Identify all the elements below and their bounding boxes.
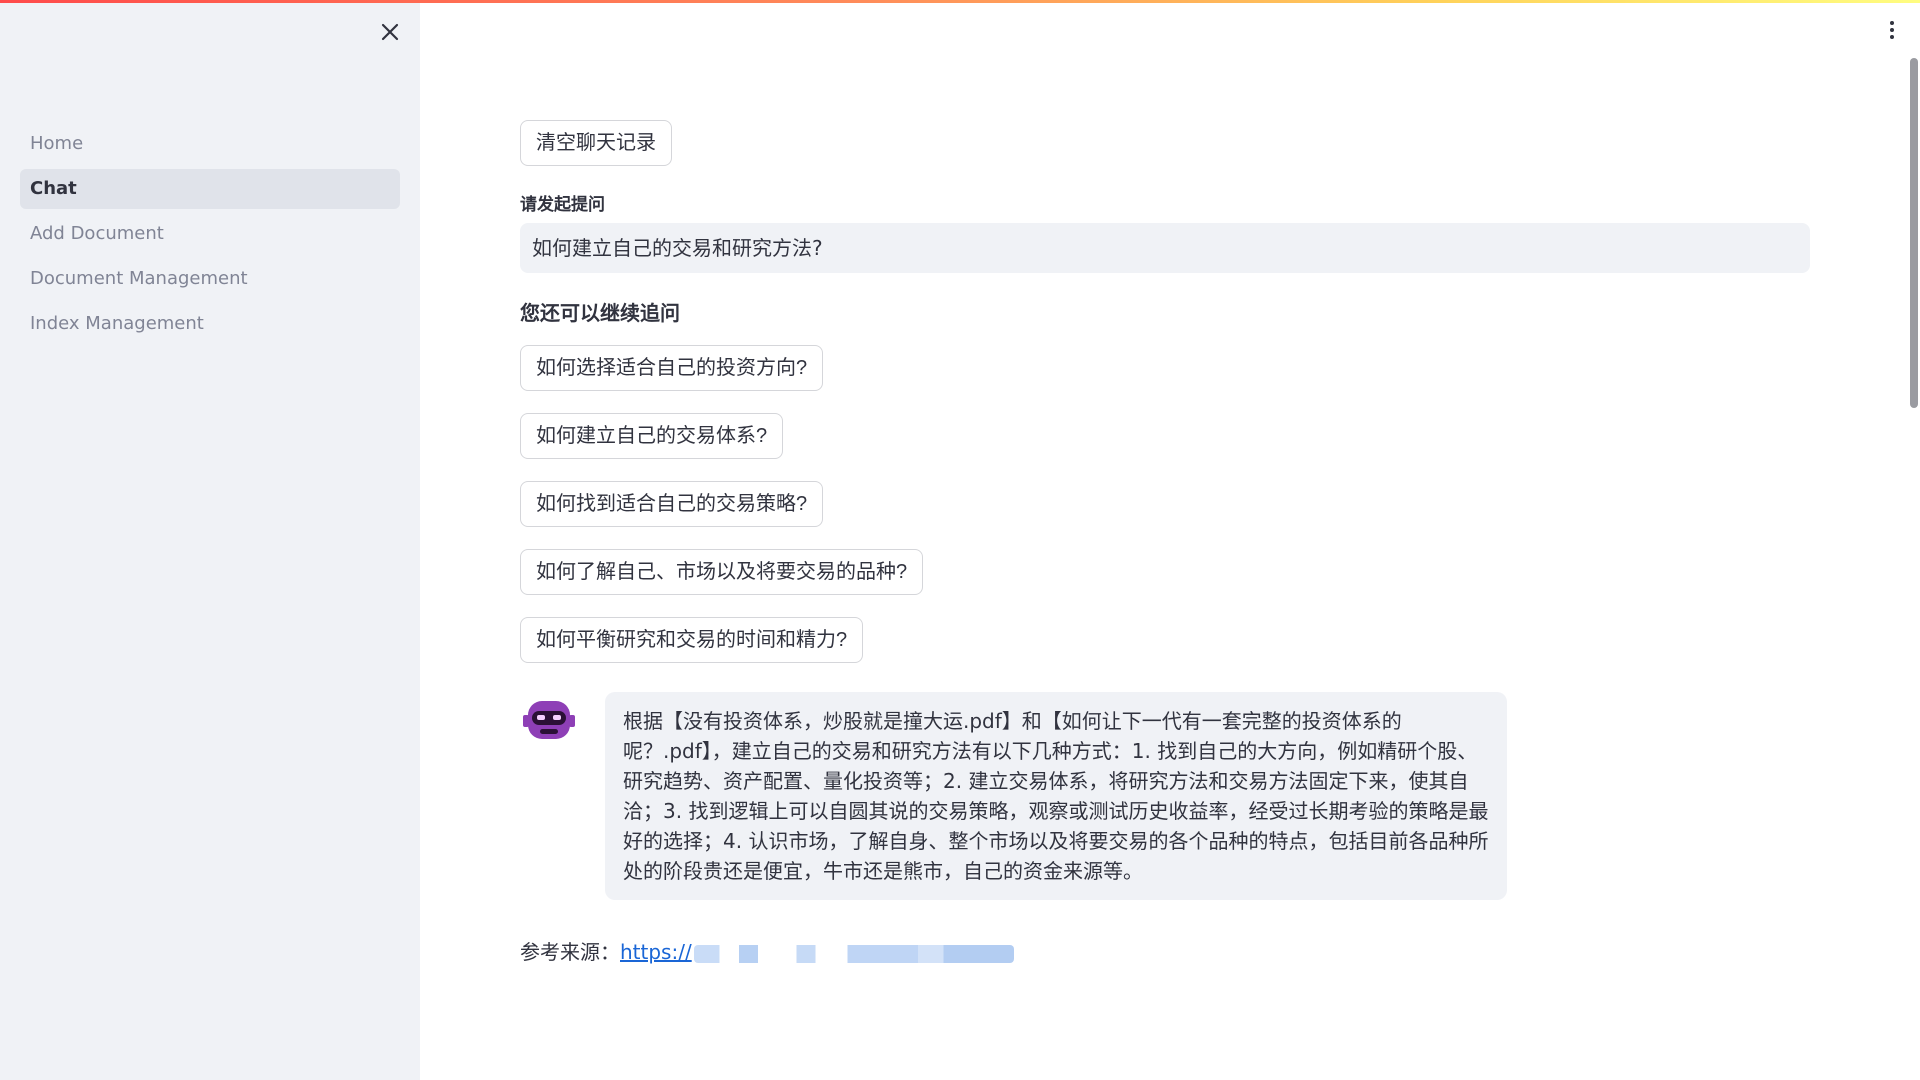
more-vertical-icon-dot <box>1890 28 1894 32</box>
robot-avatar-icon <box>522 697 576 743</box>
more-vertical-icon <box>1890 21 1894 25</box>
sidebar-nav: Home Chat Add Document Document Manageme… <box>20 124 400 349</box>
sidebar-item-index-management[interactable]: Index Management <box>20 304 400 344</box>
scrollbar-thumb[interactable] <box>1910 58 1918 408</box>
main-menu-button[interactable] <box>1884 16 1900 44</box>
main-content: 清空聊天记录 请发起提问 如何建立自己的交易和研究方法? 您还可以继续追问 如何… <box>520 0 1810 1080</box>
reference-label: 参考来源： <box>520 940 620 964</box>
reference-line: 参考来源：https:// <box>520 936 1014 965</box>
scrollbar[interactable] <box>1906 56 1918 1080</box>
assistant-message: 根据【没有投资体系，炒股就是撞大运.pdf】和【如何让下一代有一套完整的投资体系… <box>605 692 1507 900</box>
question-label: 请发起提问 <box>520 195 605 215</box>
clear-chat-button[interactable]: 清空聊天记录 <box>520 120 672 166</box>
followup-button-4[interactable]: 如何了解自己、市场以及将要交易的品种? <box>520 549 924 595</box>
top-decoration-bar <box>0 0 1920 3</box>
reference-link[interactable]: https:// <box>620 940 692 964</box>
sidebar-item-document-management[interactable]: Document Management <box>20 259 400 299</box>
sidebar-item-chat[interactable]: Chat <box>20 169 400 209</box>
sidebar-item-home[interactable]: Home <box>20 124 400 164</box>
sidebar-item-add-document[interactable]: Add Document <box>20 214 400 254</box>
followup-button-2[interactable]: 如何建立自己的交易体系? <box>520 413 784 459</box>
more-vertical-icon-dot <box>1890 35 1894 39</box>
followup-button-1[interactable]: 如何选择适合自己的投资方向? <box>520 345 824 391</box>
followup-title: 您还可以继续追问 <box>520 301 680 325</box>
close-icon <box>381 23 399 41</box>
followup-button-5[interactable]: 如何平衡研究和交易的时间和精力? <box>520 617 864 663</box>
close-sidebar-button[interactable] <box>376 18 404 46</box>
followup-button-3[interactable]: 如何找到适合自己的交易策略? <box>520 481 824 527</box>
sidebar: Home Chat Add Document Document Manageme… <box>0 0 420 1080</box>
redacted-link-block <box>693 944 1014 963</box>
question-input[interactable]: 如何建立自己的交易和研究方法? <box>520 223 1810 273</box>
